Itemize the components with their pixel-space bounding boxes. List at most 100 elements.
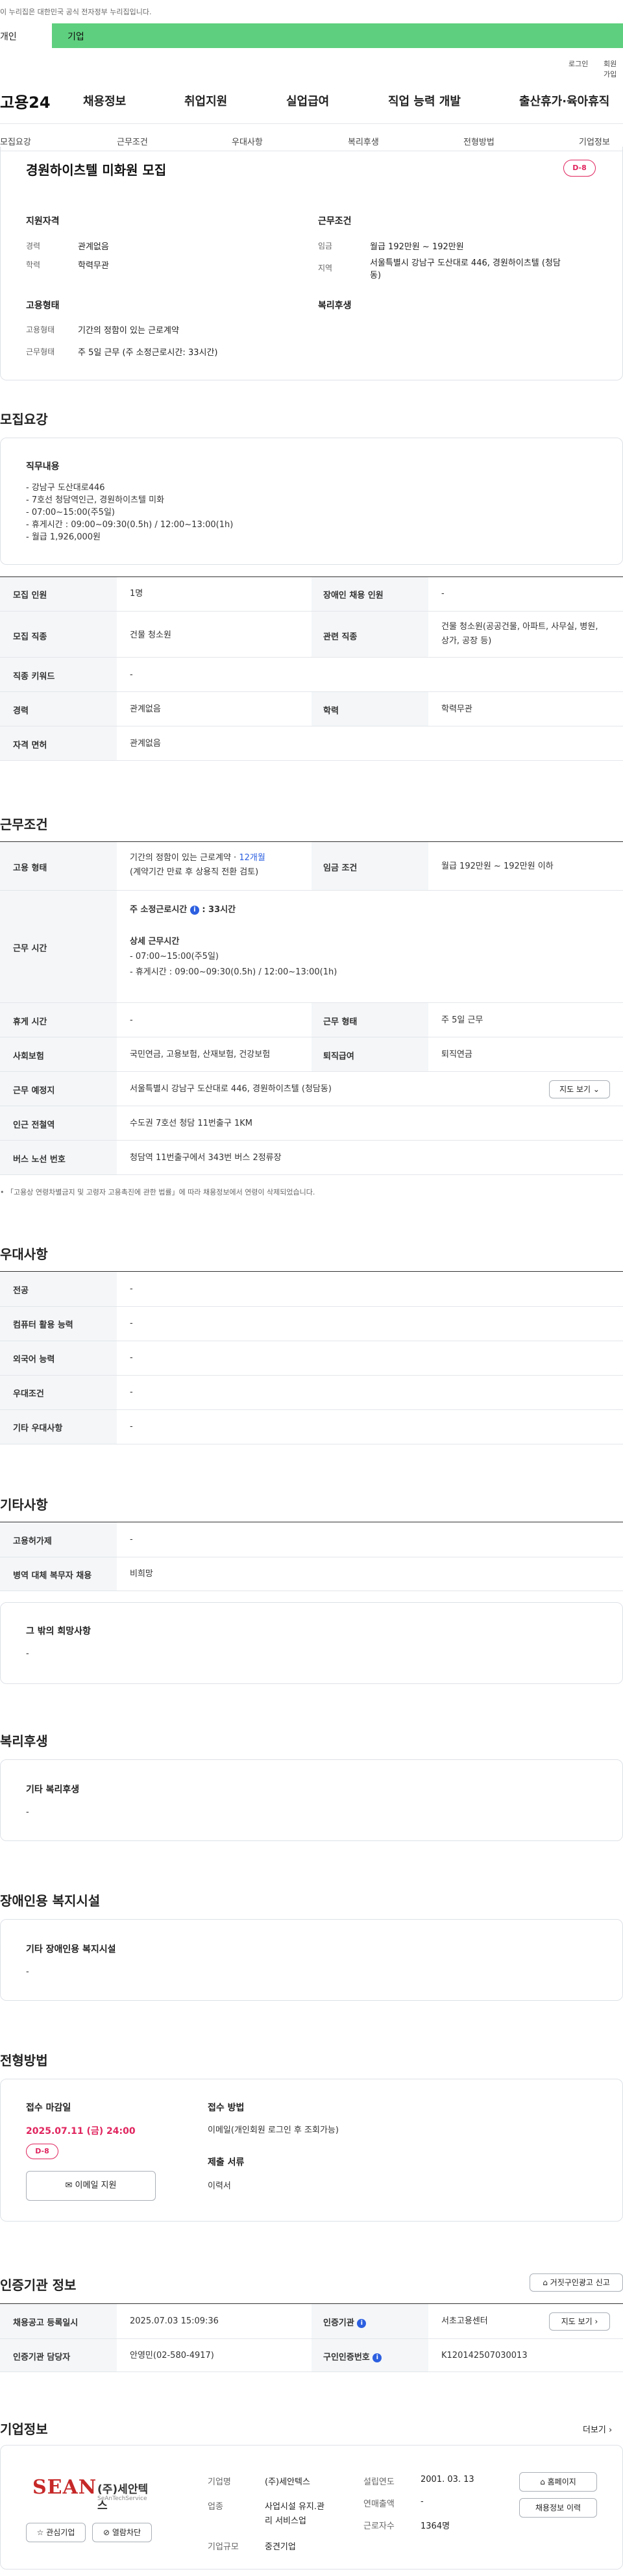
company-name: (주)세안텍스 [265, 2477, 310, 2487]
gov-notice: 이 누리집은 대한민국 공식 전자정부 누리집입니다. [0, 8, 152, 16]
emp-form: 주 5일 근무 (주 소정근로시간: 33시간) [78, 348, 218, 358]
recruit-keyword: - [130, 670, 133, 680]
company-sales: - [421, 2497, 424, 2507]
duty-line: - 07:00~15:00(주5일) [26, 508, 115, 517]
work-hours-line: - 07:00~15:00(주5일) [130, 952, 219, 961]
qual-career: 관계없음 [78, 242, 109, 252]
email-apply-button[interactable]: ✉ 이메일 지원 [26, 2171, 156, 2201]
duty-line: - 휴게시간 : 09:00~09:30(0.5h) / 12:00~13:00… [26, 520, 234, 530]
section-company-title: 기업정보 [0, 2421, 48, 2437]
company-employees: 1364명 [421, 2521, 450, 2531]
hope-title: 그 밖의 희망사항 [26, 1626, 91, 1637]
pref-computer: - [130, 1319, 133, 1328]
info-icon[interactable]: i [357, 2318, 367, 2328]
qual-education: 학력무관 [78, 261, 109, 271]
work-hours-detail-title: 상세 근무시간 [130, 937, 180, 947]
chevron-right-icon: › [594, 2317, 598, 2326]
company-more-link[interactable]: 더보기 › [583, 2423, 612, 2435]
favorite-company-button[interactable]: ☆ 관심기업 [26, 2523, 86, 2542]
subnav-apply[interactable]: 전형방법 [463, 135, 495, 147]
pref-other: - [130, 1422, 133, 1431]
company-founded: 2001. 03. 13 [421, 2475, 474, 2484]
work-hours-line: - 휴게시간 : 09:00~09:30(0.5h) / 12:00~13:00… [130, 967, 337, 977]
cond-region-1: 서울특별시 강남구 도산대로 446, 경원하이츠텔 (청담 [370, 258, 561, 268]
agency-map-button[interactable]: 지도 보기 › [549, 2312, 610, 2331]
tab-personal[interactable]: 개인 [0, 23, 52, 48]
cond-wage: 월급 192만원 ~ 192만원 [370, 242, 464, 252]
star-icon: ☆ [36, 2528, 44, 2537]
job-title: 경원하이츠텔 미화원 모집 [26, 162, 167, 178]
welfare-title: 기타 복리후생 [26, 1785, 80, 1795]
agency-reg-date: 2025.07.03 15:09:36 [130, 2316, 219, 2326]
recruit-education: 학력무관 [441, 704, 472, 714]
recruit-license: 관계없음 [130, 739, 161, 749]
signup-link[interactable]: 회원가입 [604, 58, 623, 79]
gnb-parental-leave[interactable]: 출산휴가·육아휴직 [519, 92, 609, 109]
welfare-card [0, 1759, 623, 1841]
deadline-value: 2025.07.11 (금) 24:00 [26, 2126, 136, 2136]
facility-value: - [26, 1967, 29, 1977]
work-form: 주 5일 근무 [441, 1015, 483, 1025]
tab-corporate[interactable]: 기업 [67, 30, 84, 43]
dday-badge: D-8 [563, 160, 596, 177]
method-value: 이메일(개인회원 로그인 후 조회가능) [208, 2125, 339, 2135]
chevron-down-icon: ⌄ [592, 1085, 600, 1094]
work-weekly-hours: 주 소정근로시간 i : 33시간 [130, 905, 236, 915]
site-logo[interactable]: 고용24 [0, 90, 51, 112]
map-button[interactable]: 지도 보기 ⌄ [549, 1080, 610, 1098]
subnav-recruit[interactable]: 모집요강 [0, 135, 31, 147]
pref-major: - [130, 1284, 133, 1294]
work-location: 서울특별시 강남구 도산대로 446, 경원하이츠텔 (청담동) [130, 1084, 332, 1094]
method-title: 접수 방법 [208, 2103, 245, 2113]
recruit-job: 건물 청소원 [130, 630, 171, 640]
home-icon: ⌂ [540, 2477, 545, 2486]
facility-title: 기타 장애인용 복지시설 [26, 1944, 116, 1955]
deadline-title: 접수 마감일 [26, 2103, 71, 2113]
block-company-button[interactable]: ⊘ 열람차단 [92, 2523, 152, 2542]
work-emp-note: (계약기간 만료 후 상용직 전환 검토) [130, 867, 259, 877]
pref-language: - [130, 1353, 133, 1363]
gnb-unemployment-benefit[interactable]: 실업급여 [286, 92, 329, 109]
subnav-work[interactable]: 근무조건 [117, 135, 148, 147]
heading-qualification: 지원자격 [26, 216, 60, 227]
subnav-company[interactable]: 기업정보 [579, 135, 610, 147]
hope-value: - [26, 1649, 29, 1659]
agency-cert-number: K120142507030013 [441, 2351, 528, 2360]
work-break: - [130, 1015, 133, 1025]
work-bus: 청담역 11번출구에서 343번 버스 2정류장 [130, 1153, 282, 1163]
job-history-button[interactable]: 채용정보 이력 [519, 2498, 597, 2518]
etc-military: 비희망 [130, 1569, 153, 1579]
company-size: 중견기업 [265, 2542, 296, 2552]
login-link[interactable]: 로그인 [568, 58, 588, 69]
gnb-vocational-training[interactable]: 직업 능력 개발 [388, 92, 461, 109]
heading-employment: 고용형태 [26, 301, 60, 311]
agency-org: 서초고용센터 [441, 2316, 488, 2326]
agency-no-label: 구인인증번호 i [323, 2350, 382, 2362]
section-welfare-title: 복리후생 [0, 1733, 48, 1749]
subnav-pref[interactable]: 우대사항 [232, 135, 263, 147]
age-notice: • 「고용상 연령차별금지 및 고령자 고용촉진에 관한 법률」에 따라 채용정… [0, 1188, 315, 1196]
chevron-right-icon: › [609, 2425, 613, 2435]
work-insurance: 국민연금, 고용보험, 산재보험, 건강보험 [130, 1050, 271, 1059]
info-icon[interactable]: i [189, 905, 199, 915]
report-fake-ad-button[interactable]: ⌂ 거짓구인광고 신고 [530, 2273, 623, 2292]
gnb-employment-support[interactable]: 취업지원 [184, 92, 227, 109]
work-emp-type: 기간의 정함이 있는 근로계약 · 12개월 [130, 853, 265, 863]
recruit-related-job-1: 건물 청소원(공공건물, 아파트, 사무실, 병원, [441, 622, 598, 632]
recruit-count: 1명 [130, 589, 143, 599]
homepage-button[interactable]: ⌂ 홈페이지 [519, 2472, 597, 2492]
recruit-career: 관계없음 [130, 704, 161, 714]
facility-card [0, 1919, 623, 2001]
section-agency-title: 인증기관 정보 [0, 2277, 77, 2293]
heading-welfare-summary: 복리후생 [318, 301, 352, 311]
apply-dday-badge: D-8 [26, 2144, 58, 2159]
gnb-jobs[interactable]: 채용정보 [83, 92, 126, 109]
subnav-welfare[interactable]: 복리후생 [348, 135, 379, 147]
recruit-disabled-count: - [441, 589, 445, 599]
section-pref-title: 우대사항 [0, 1246, 48, 1262]
duty-line: - 7호선 청담역인근, 경원하이츠텔 미화 [26, 495, 165, 505]
cond-region-2: 동) [370, 271, 382, 280]
info-icon[interactable]: i [373, 2353, 382, 2362]
section-etc-title: 기타사항 [0, 1497, 48, 1513]
section-recruit-title: 모집요강 [0, 412, 48, 427]
